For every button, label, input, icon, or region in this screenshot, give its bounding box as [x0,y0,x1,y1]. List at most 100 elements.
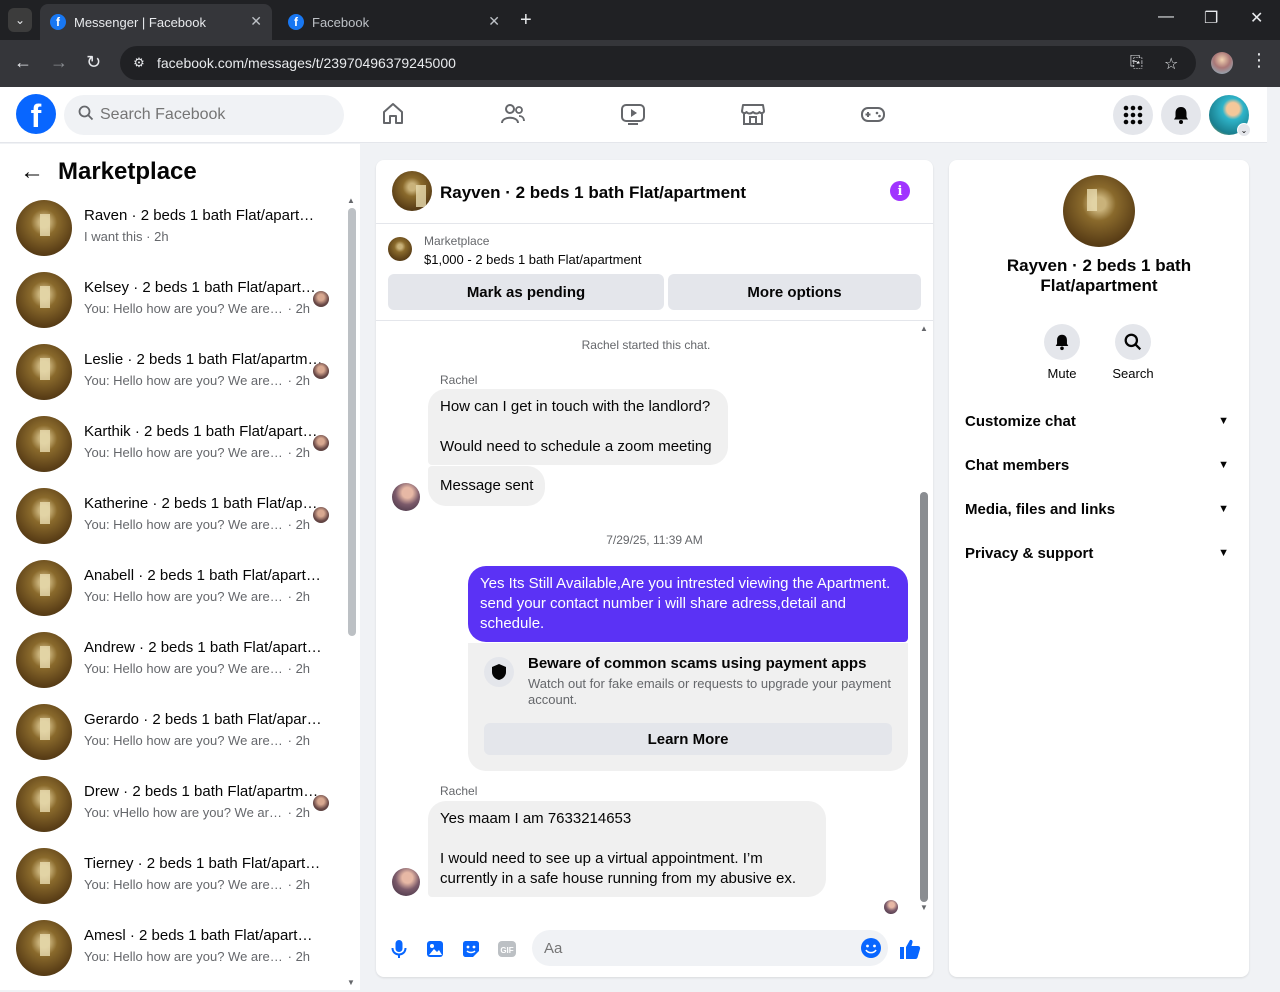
conversation-item[interactable]: Raven · 2 beds 1 bath Flat/apartment I w… [0,200,344,272]
conversation-name: Raven · 2 beds 1 bath Flat/apartment [84,207,324,224]
conversation-item[interactable]: Kelsey · 2 beds 1 bath Flat/apartment Yo… [0,272,344,344]
shield-icon [484,657,514,687]
conversation-name: Amesl · 2 beds 1 bath Flat/apartment [84,927,324,944]
video-icon[interactable] [620,101,648,129]
sender-name: Rachel [440,373,478,387]
search-icon [78,105,96,125]
chevron-down-icon: ▼ [1218,503,1229,515]
conversation-preview: You: Hello how are you? We are rea... · … [84,661,311,676]
conversation-name: Tierney · 2 beds 1 bath Flat/apartment [84,855,324,872]
browser-tab-facebook[interactable]: f Facebook ✕ [278,4,510,40]
conversation-item[interactable]: Katherine · 2 beds 1 bath Flat/apartment… [0,488,344,560]
conversation-preview: You: Hello how are you? We are ... · 2h [84,517,311,532]
mute-action[interactable]: Mute [1022,324,1102,381]
contact-avatar[interactable] [1063,175,1135,247]
gaming-icon[interactable] [860,101,888,129]
sidebar-scrollbar[interactable] [348,208,356,636]
forward-icon[interactable]: → [50,52,68,73]
chevron-down-icon: ▼ [1218,459,1229,471]
mute-label: Mute [1047,366,1077,381]
scroll-down-arrow[interactable]: ▼ [920,903,928,912]
friends-icon[interactable] [500,101,528,129]
scroll-up-arrow[interactable]: ▲ [347,196,355,205]
chat-members-section[interactable]: Chat members ▼ [965,447,1233,483]
search-bar[interactable] [64,95,344,135]
conversation-item[interactable]: Anabell · 2 beds 1 bath Flat/apartment Y… [0,560,344,632]
new-tab-button[interactable]: + [520,8,532,32]
close-tab-icon[interactable]: ✕ [488,13,500,30]
conversation-item[interactable]: Gerardo · 2 beds 1 bath Flat/apartment Y… [0,704,344,776]
media-files-links-section[interactable]: Media, files and links ▼ [965,491,1233,527]
browser-profile-avatar[interactable] [1211,52,1233,74]
search-action[interactable]: Search [1093,324,1173,381]
message-input-box[interactable] [532,930,888,966]
conversation-list: Raven · 2 beds 1 bath Flat/apartment I w… [0,200,344,992]
scam-warning-description: Watch out for fake emails or requests to… [528,676,891,707]
bookmark-star-icon[interactable]: ☆ [1164,54,1178,74]
listing-thumbnail[interactable] [388,237,412,261]
sender-avatar[interactable] [392,868,420,896]
customize-chat-section[interactable]: Customize chat ▼ [965,403,1233,439]
conversation-item[interactable]: Andrew · 2 beds 1 bath Flat/apartment Yo… [0,632,344,704]
close-tab-icon[interactable]: ✕ [250,13,262,30]
incoming-message[interactable]: How can I get in touch with the landlord… [428,389,728,465]
privacy-support-section[interactable]: Privacy & support ▼ [965,535,1233,571]
photo-icon[interactable] [424,938,446,960]
more-options-button[interactable]: More options [668,274,921,310]
contact-name: Rayven · 2 beds 1 bath Flat/apartment [1006,256,1192,295]
facebook-logo[interactable]: f [16,94,56,134]
browser-menu-icon[interactable]: ⋮ [1250,50,1268,71]
url-text: facebook.com/messages/t/2397049637924500… [157,55,456,71]
back-icon[interactable]: ← [14,52,32,73]
account-avatar[interactable]: ⌄ [1209,95,1251,137]
info-icon[interactable]: i [890,181,910,201]
marketplace-icon[interactable] [740,101,768,129]
browser-tab-messenger[interactable]: f Messenger | Facebook ✕ [40,4,272,40]
search-icon[interactable] [1115,324,1151,360]
site-settings-icon[interactable]: ⚙ [130,54,148,72]
listing-label: Marketplace [424,234,490,248]
like-thumbs-up-icon[interactable] [898,937,921,959]
message-input[interactable] [544,939,844,957]
page-scrollbar[interactable] [1267,87,1280,990]
conversation-item[interactable]: Amesl · 2 beds 1 bath Flat/apartment You… [0,920,344,992]
bell-icon[interactable] [1044,324,1080,360]
conversation-item[interactable]: Drew · 2 beds 1 bath Flat/apartment You:… [0,776,344,848]
back-arrow-icon[interactable]: ← [20,158,44,186]
listing-thumbnail [16,560,72,616]
sticker-icon[interactable] [460,938,482,960]
minimize-icon[interactable]: — [1158,8,1174,26]
microphone-icon[interactable] [388,938,410,960]
install-app-icon[interactable]: ⎘ [1130,54,1143,72]
conversation-item[interactable]: Karthik · 2 beds 1 bath Flat/apartment Y… [0,416,344,488]
chat-scrollbar[interactable] [920,492,928,902]
emoji-icon[interactable] [860,937,882,964]
address-bar[interactable]: ⚙ facebook.com/messages/t/23970496379245… [120,46,1196,80]
home-icon[interactable] [380,101,408,129]
chat-title[interactable]: Rayven · 2 beds 1 bath Flat/apartment [440,183,746,203]
scroll-up-arrow[interactable]: ▲ [920,324,928,333]
sender-avatar[interactable] [392,483,420,511]
mark-as-pending-button[interactable]: Mark as pending [388,274,664,310]
listing-thumbnail [16,488,72,544]
incoming-message[interactable]: Yes maam I am 7633214653 I would need to… [428,801,826,897]
conversation-item[interactable]: Tierney · 2 beds 1 bath Flat/apartment Y… [0,848,344,920]
learn-more-button[interactable]: Learn More [484,723,892,755]
restore-icon[interactable]: ❐ [1204,8,1218,28]
conversation-preview: You: Hello how are you? We are rea... · … [84,877,311,892]
menu-grid-icon[interactable] [1113,95,1153,135]
scroll-down-arrow[interactable]: ▼ [347,978,355,987]
reload-icon[interactable]: ↻ [86,52,101,73]
chat-avatar[interactable] [392,171,432,211]
gif-icon[interactable]: GIF [496,938,518,960]
search-input[interactable] [100,106,320,124]
tab-search-button[interactable]: ⌄ [8,8,32,32]
listing-thumbnail [16,632,72,688]
chevron-down-icon: ▼ [1218,415,1229,427]
close-window-icon[interactable]: ✕ [1250,8,1263,28]
outgoing-message[interactable]: Yes Its Still Available,Are you intreste… [468,566,908,642]
conversation-item[interactable]: Leslie · 2 beds 1 bath Flat/apartment Yo… [0,344,344,416]
listing-price[interactable]: $1,000 - 2 beds 1 bath Flat/apartment [424,252,642,267]
notifications-icon[interactable] [1161,95,1201,135]
incoming-message[interactable]: Message sent [428,466,546,506]
